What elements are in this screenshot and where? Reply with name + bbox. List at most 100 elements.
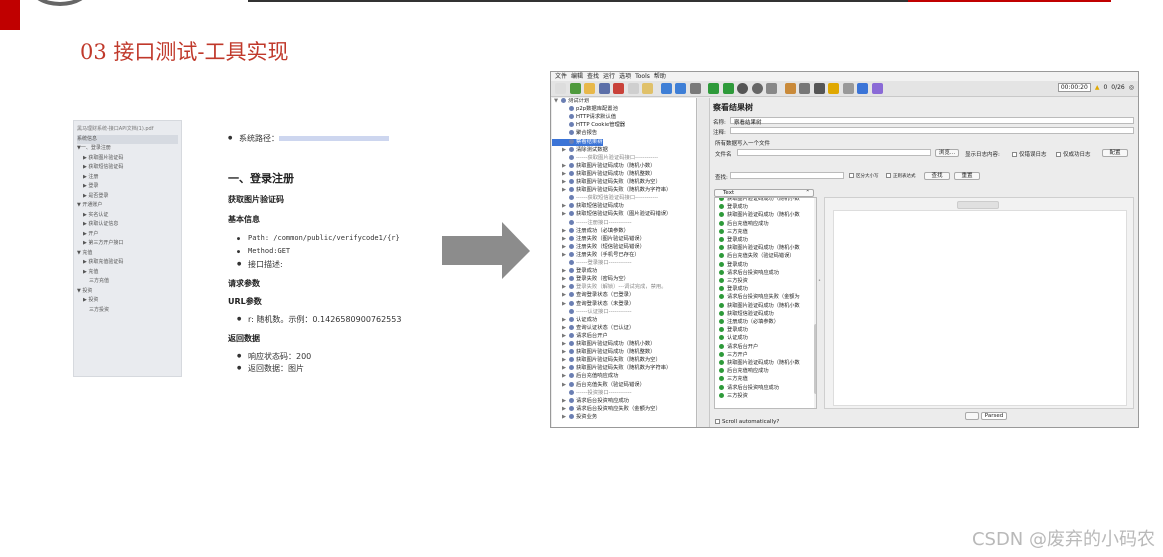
menu-item[interactable]: 运行 [603,72,615,81]
doc-outline-item[interactable]: ▶ 实名认证 [77,211,178,221]
sample-result-list[interactable]: 三方投资 请求后台投资响应成功 三方充值 后台充值响应成功 获取图片验证码成功（随机小数… [714,197,817,409]
warning-icon[interactable]: ▲ [1095,84,1100,91]
chevron-right-icon[interactable]: ▶ [562,357,569,364]
sample-result-item[interactable]: 三方开户 [719,351,748,359]
tree-node[interactable]: ▶ 清除测试数据 [552,146,608,154]
chevron-right-icon[interactable]: ▶ [562,147,569,154]
chevron-right-icon[interactable]: ▶ [562,382,569,389]
chevron-right-icon[interactable]: ▶ [562,333,569,340]
doc-outline-item[interactable]: ▶ 登录 [77,182,178,192]
chevron-right-icon[interactable]: ▶ [562,203,569,210]
doc-outline-item[interactable]: ▶ 充值 [77,268,178,278]
help-icon[interactable] [857,83,868,94]
doc-outline-item[interactable]: ▶ 获取图片验证码 [77,154,178,164]
remote-start-icon[interactable] [766,83,777,94]
tree-node[interactable]: ▶ 请求后台开户 [552,332,608,340]
tree-node[interactable]: ▶ 注册失败（手机号已存在） [552,251,640,259]
tree-node[interactable]: 聚合报告 [552,130,597,137]
tree-splitter[interactable] [698,98,710,427]
sample-result-item[interactable]: 后台充值响应成功 [719,220,769,228]
result-scrollbar[interactable] [814,198,816,408]
reset-search-icon[interactable] [828,83,839,94]
tree-node[interactable]: ------获取短信验证码接口------------ [552,195,658,202]
doc-outline-item[interactable]: 三方充值 [77,277,178,287]
chevron-right-icon[interactable]: ▶ [562,268,569,275]
tree-node[interactable]: ▶ 注册失败（图片验证码错误） [552,235,645,243]
doc-outline-item[interactable]: ▼ 开通账户 [77,201,178,211]
sample-result-item[interactable]: 获取图片验证码成功（随机小数 [719,211,800,219]
chevron-right-icon[interactable]: ▶ [562,301,569,308]
filename-input[interactable] [737,149,931,156]
sample-result-item[interactable]: 登录成功 [719,285,748,293]
chevron-right-icon[interactable]: ▶ [562,406,569,413]
sample-result-item[interactable]: 获取图片验证码成功（随机小数 [719,302,800,310]
tree-node[interactable]: ▶ 获取图片验证码失败（随机数为空） [552,179,661,186]
browse-button[interactable]: 浏览... [935,149,959,157]
tree-node[interactable]: ▶ 获取图片验证码成功（随机整数） [552,170,655,178]
sample-result-item[interactable]: 登录成功 [719,236,748,244]
sample-result-item[interactable]: 获取短信验证码成功 [719,310,774,318]
doc-outline-item[interactable]: 系统信息 [77,134,178,144]
comment-input[interactable] [730,127,1134,134]
doc-outline-item[interactable]: ▶ 第三方开户接口 [77,239,178,249]
sample-result-item[interactable]: 请求后台投资响应成功 [719,269,779,277]
doc-outline-item[interactable]: ▶ 获取充值验证码 [77,258,178,268]
function-helper-icon[interactable] [842,83,854,94]
doc-outline-item[interactable]: ▶ 获取短信验证码 [77,163,178,173]
splitter-handle[interactable]: • [818,278,822,284]
templates-icon[interactable] [569,83,581,94]
chevron-right-icon[interactable]: ▶ [562,244,569,251]
tree-node[interactable]: HTTP Cookie管理器 [552,122,625,129]
sample-result-item[interactable]: 认证成功 [719,334,748,342]
tree-node[interactable]: ▶ 登录成功 [552,268,597,275]
sample-result-item[interactable]: 登录成功 [719,261,748,269]
doc-outline-item[interactable]: ▶ 获取认证信息 [77,220,178,230]
tab-strip[interactable] [957,201,999,209]
log-viewer-icon[interactable] [871,83,883,94]
paste-icon[interactable] [642,83,653,94]
menu-item[interactable]: 文件 [555,72,567,81]
chevron-right-icon[interactable]: ▶ [562,252,569,259]
sample-result-item[interactable]: 请求后台投资响应失败（金额为 [719,293,800,301]
chevron-right-icon[interactable]: ▶ [562,398,569,405]
tree-node[interactable]: ▶ 认证成功 [552,316,597,324]
parsed-tab[interactable]: Parsed [981,412,1007,420]
tree-node[interactable]: ▶ 后台充值响应成功 [552,373,618,380]
doc-outline-item[interactable]: ▶ 开户 [77,230,178,240]
new-icon[interactable] [555,83,566,94]
tree-node[interactable]: 察看结果树 [552,138,603,146]
chevron-right-icon[interactable]: ▶ [562,163,569,170]
sample-result-item[interactable]: 三方充值 [719,375,748,383]
sample-result-item[interactable]: 登录成功 [719,326,748,334]
chevron-right-icon[interactable]: ▶ [562,211,569,218]
case-sensitive-checkbox[interactable]: 区分大小写 [849,173,879,179]
tree-node[interactable]: ▶ 获取图片验证码失败（随机数为字符串） [552,365,671,372]
chevron-right-icon[interactable]: ▶ [562,284,569,291]
renderer-select[interactable]: Text ⌃ [714,189,814,197]
cut-icon[interactable] [613,83,624,94]
tree-node[interactable]: ▶ 查询登录状态（未登录） [552,300,634,308]
chevron-down-icon[interactable]: ▼ [554,98,561,105]
tree-node[interactable]: ▶ 查询认证状态（已认证） [552,324,634,332]
save-icon[interactable] [598,83,610,94]
tree-node[interactable]: ------获取图片验证码接口------------ [552,154,658,162]
chevron-right-icon[interactable]: ▶ [562,276,569,283]
sample-result-item[interactable]: 获取图片验证码成功（随机小数 [719,244,800,252]
tree-node[interactable]: ▶ 获取图片验证码失败（随机数为空） [552,357,661,364]
sample-result-item[interactable]: 注册成功（必填参数） [719,318,779,326]
menu-item[interactable]: 选项 [619,72,631,81]
doc-outline-item[interactable]: 三方投资 [77,306,178,316]
clear-all-icon[interactable] [799,83,810,94]
config-button[interactable]: 配置 [1102,149,1128,157]
tree-node[interactable]: ▶ 查询登录状态（已登录） [552,292,634,299]
toggle-icon[interactable] [689,83,701,94]
tree-node[interactable]: ▶ 获取短信验证码成功 [552,203,624,210]
menu-item[interactable]: 帮助 [654,72,666,81]
sample-result-item[interactable]: 三方充值 [719,228,748,236]
tree-node[interactable]: ▶ 后台充值失败（验证码错误） [552,381,645,389]
menu-item[interactable]: 编辑 [571,72,583,81]
sample-result-item[interactable]: 请求后台投资响应成功 [719,384,779,392]
tree-node[interactable]: ▶ 获取短信验证码失败（图片验证码错误） [552,211,671,218]
reset-button[interactable]: 重置 [954,172,980,180]
tree-node[interactable]: ▶ 注册成功（必填参数） [552,227,629,235]
